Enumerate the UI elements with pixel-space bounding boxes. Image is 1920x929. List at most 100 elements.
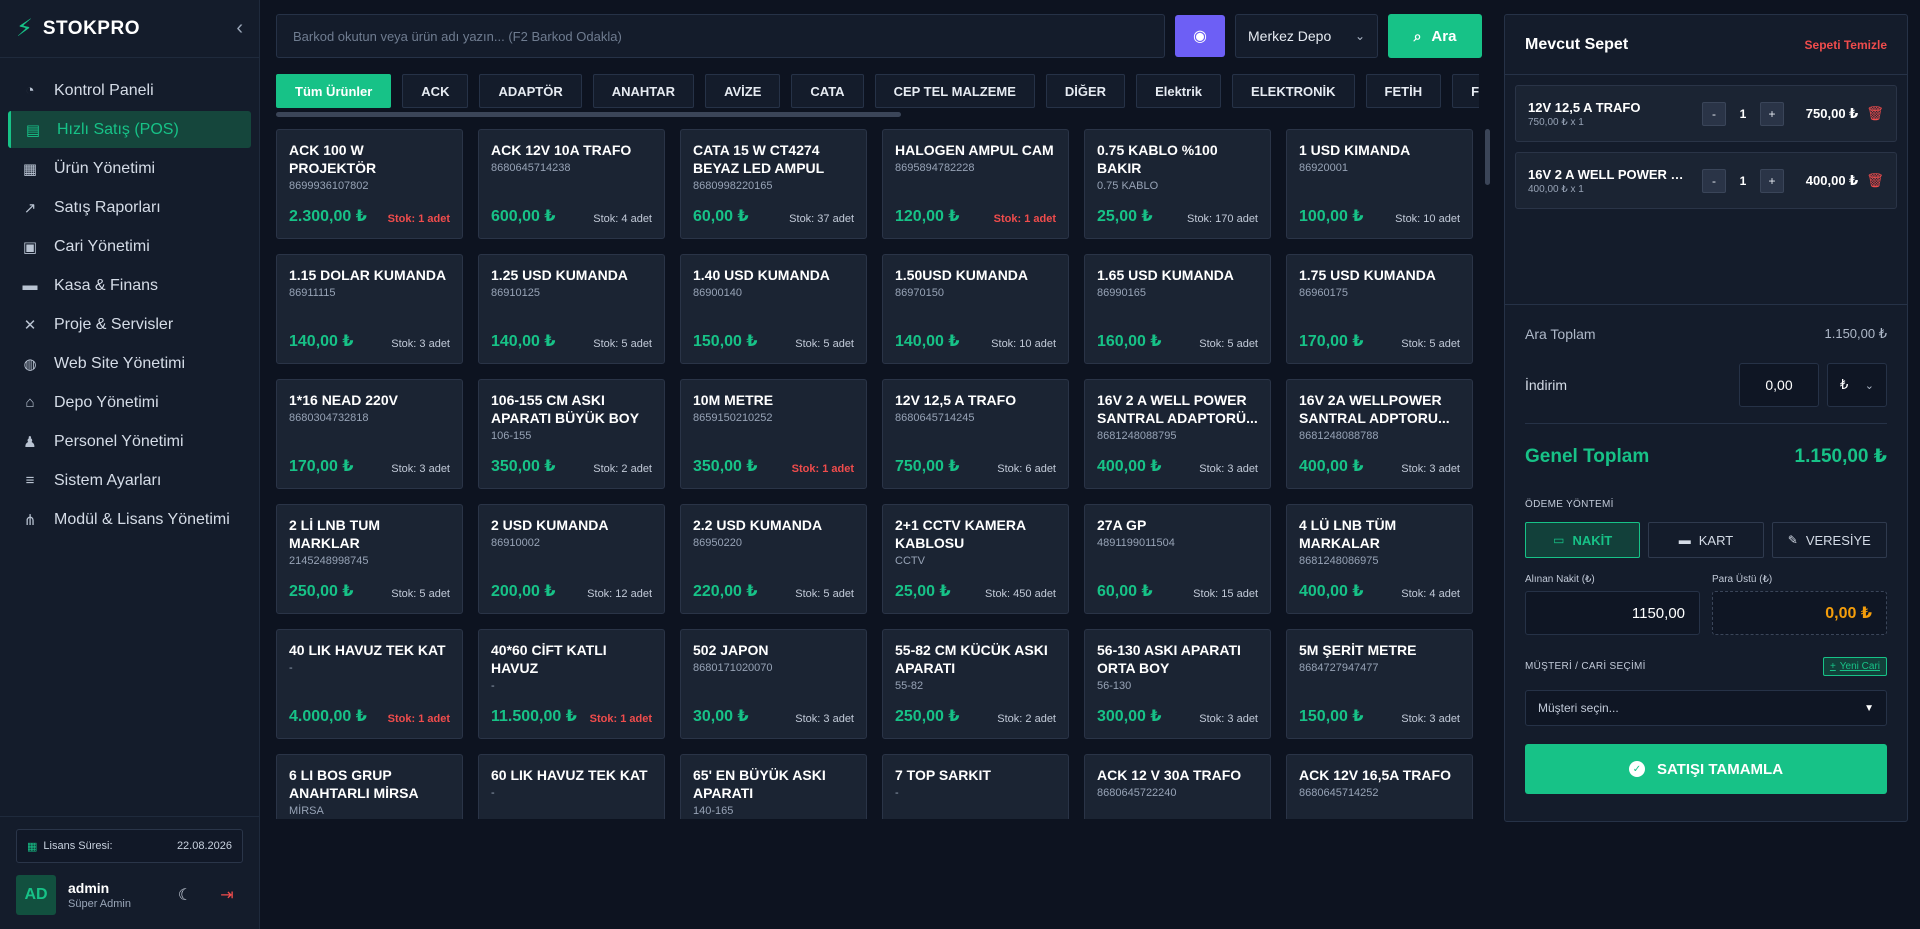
product-card[interactable]: 0.75 KABLO %100 BAKIR 0.75 KABLO 25,00 ₺ St… <box>1084 129 1271 239</box>
product-card[interactable]: ACK 12 V 30A TRAFO 8680645722240 <box>1084 754 1271 819</box>
sidebar-item-3[interactable]: ↗ Satış Raporları <box>8 189 251 226</box>
product-card[interactable]: 1*16 NEAD 220V 8680304732818 170,00 ₺ Stok:… <box>276 379 463 489</box>
category-tab[interactable]: ELEKTRONİK <box>1232 74 1355 108</box>
discount-unit-select[interactable]: ₺ ⌄ <box>1827 363 1887 407</box>
product-card[interactable]: ACK 100 W PROJEKTÖR 8699936107802 2.300,00… <box>276 129 463 239</box>
product-card[interactable]: 5M ŞERİT METRE 8684727947477 150,00 ₺ Stok:… <box>1286 629 1473 739</box>
main-content: ◉ Merkez Depo ⌄ ⌕ Ara Tüm Ürünler ACK ADAP… <box>260 0 1494 929</box>
product-card[interactable]: 1 USD KIMANDA 86920001 100,00 ₺ Stok: 10 ad… <box>1286 129 1473 239</box>
product-card[interactable]: 1.50USD KUMANDA 86970150 140,00 ₺ Stok: 10 … <box>882 254 1069 364</box>
payment-method-button[interactable]: ▬ KART <box>1648 522 1764 558</box>
product-card[interactable]: 7 TOP SARKIT - <box>882 754 1069 819</box>
category-tab[interactable]: ANAHTAR <box>592 74 695 108</box>
camera-button[interactable]: ◉ <box>1175 15 1225 57</box>
product-name: 1.25 USD KUMANDA <box>491 267 628 283</box>
payment-method-button[interactable]: ▭ NAKİT <box>1525 522 1641 558</box>
product-card[interactable]: 10M METRE 8659150210252 350,00 ₺ Stok: 1 ad… <box>680 379 867 489</box>
product-card[interactable]: 40*60 CİFT KATLI HAVUZ - 11.500,00 ₺ Stok: … <box>478 629 665 739</box>
category-tab[interactable]: CEP TEL MALZEME <box>874 74 1035 108</box>
barcode-search-input[interactable] <box>276 14 1165 58</box>
product-card[interactable]: 2 Lİ LNB TUM MARKLAR 2145248998745 250,00 … <box>276 504 463 614</box>
decrease-qty-button[interactable]: - <box>1702 101 1726 126</box>
product-card[interactable]: 56-130 ASKI APARATI ORTA BOY 56-130 300,00… <box>1084 629 1271 739</box>
sidebar: ⚡ STOKPRO ‹ ◔ Kontrol Paneli ▤ Hızlı Satış … <box>0 0 260 929</box>
complete-sale-button[interactable]: ✓ SATIŞI TAMAMLA <box>1525 744 1887 794</box>
moon-icon[interactable]: ☾ <box>169 885 201 905</box>
category-tab[interactable]: Elektrik <box>1136 74 1222 108</box>
product-stock: Stok: 37 adet <box>789 213 854 225</box>
sidebar-item-5[interactable]: ▬ Kasa & Finans <box>8 267 251 304</box>
logout-icon[interactable]: ⇥ <box>211 885 243 905</box>
payment-method-label: KART <box>1698 532 1734 548</box>
sidebar-item-label: Kontrol Paneli <box>54 81 154 99</box>
product-card[interactable]: 1.25 USD KUMANDA 86910125 140,00 ₺ Stok: 5 … <box>478 254 665 364</box>
product-price: 350,00 ₺ <box>693 458 758 475</box>
sidebar-item-9[interactable]: ♟ Personel Yönetimi <box>8 423 251 460</box>
product-card[interactable]: 1.65 USD KUMANDA 86990165 160,00 ₺ Stok: 5 … <box>1084 254 1271 364</box>
increase-qty-button[interactable]: + <box>1760 168 1784 193</box>
product-code: 8680645714238 <box>491 162 571 174</box>
payment-method-button[interactable]: ✎ VERESİYE <box>1771 522 1887 558</box>
category-tab[interactable]: CATA <box>791 74 864 108</box>
clear-cart-button[interactable]: Sepeti Temizle <box>1805 38 1887 52</box>
sidebar-item-11[interactable]: ⋔ Modül & Lisans Yönetimi <box>8 501 251 538</box>
product-card[interactable]: HALOGEN AMPUL CAM 8695894782228 120,00 ₺ St… <box>882 129 1069 239</box>
product-card[interactable]: 16V 2A WELLPOWER SANTRAL ADPTORU... 86812… <box>1286 379 1473 489</box>
discount-input[interactable] <box>1739 363 1819 407</box>
product-card[interactable]: 60 LIK HAVUZ TEK KAT - <box>478 754 665 819</box>
product-card[interactable]: 2 USD KUMANDA 86910002 200,00 ₺ Stok: 12 ad… <box>478 504 665 614</box>
increase-qty-button[interactable]: + <box>1760 101 1784 126</box>
product-card[interactable]: 106-155 CM ASKI APARATI BÜYÜK BOY 106-155… <box>478 379 665 489</box>
search-button[interactable]: ⌕ Ara <box>1388 14 1482 58</box>
product-card[interactable]: 1.15 DOLAR KUMANDA 86911115 140,00 ₺ Stok: … <box>276 254 463 364</box>
trash-icon[interactable]: 🗑 <box>1866 105 1884 122</box>
product-card[interactable]: 12V 12,5 A TRAFO 8680645714245 750,00 ₺ Sto… <box>882 379 1069 489</box>
product-code: 8680645722240 <box>1097 787 1177 799</box>
product-card[interactable]: 502 JAPON 8680171020070 30,00 ₺ Stok: 3 ade… <box>680 629 867 739</box>
decrease-qty-button[interactable]: - <box>1702 168 1726 193</box>
product-card[interactable]: ACK 12V 16,5A TRAFO 8680645714252 <box>1286 754 1473 819</box>
category-tab[interactable]: ADAPTÖR <box>479 74 582 108</box>
category-tab[interactable]: DİĞER <box>1045 74 1126 108</box>
product-card[interactable]: 2+1 CCTV KAMERA KABLOSU CCTV 25,00 ₺ Stok: … <box>882 504 1069 614</box>
product-card[interactable]: 6 LI BOS GRUP ANAHTARLI MİRSA MİRSA <box>276 754 463 819</box>
collapse-sidebar-icon[interactable]: ‹ <box>236 17 243 40</box>
product-card[interactable]: 4 LÜ LNB TÜM MARKALAR 8681248086975 400,00… <box>1286 504 1473 614</box>
product-card[interactable]: 40 LIK HAVUZ TEK KAT - 4.000,00 ₺ Stok: 1 a… <box>276 629 463 739</box>
sidebar-item-2[interactable]: ▦ Ürün Yönetimi <box>8 150 251 187</box>
category-scrollbar[interactable] <box>276 112 901 117</box>
sidebar-item-6[interactable]: ✕ Proje & Servisler <box>8 306 251 343</box>
product-card[interactable]: 1.75 USD KUMANDA 86960175 170,00 ₺ Stok: 5 … <box>1286 254 1473 364</box>
trash-icon[interactable]: 🗑 <box>1866 172 1884 189</box>
product-price: 25,00 ₺ <box>1097 208 1153 225</box>
product-code: 8680171020070 <box>693 662 773 674</box>
camera-icon: ◉ <box>1193 28 1207 45</box>
sidebar-item-1[interactable]: ▤ Hızlı Satış (POS) <box>8 111 251 148</box>
product-code: 0.75 KABLO <box>1097 180 1159 192</box>
customer-select[interactable]: Müşteri seçin... ▼ <box>1525 690 1887 726</box>
sidebar-item-4[interactable]: ▣ Cari Yönetimi <box>8 228 251 265</box>
category-tab[interactable]: AVİZE <box>705 74 781 108</box>
category-tab[interactable]: FİŞ <box>1452 74 1479 108</box>
product-card[interactable]: 2.2 USD KUMANDA 86950220 220,00 ₺ Stok: 5 a… <box>680 504 867 614</box>
product-card[interactable]: 27A GP 4891199011504 60,00 ₺ Stok: 15 adet <box>1084 504 1271 614</box>
product-card[interactable]: 1.40 USD KUMANDA 86900140 150,00 ₺ Stok: 5 … <box>680 254 867 364</box>
product-card[interactable]: ACK 12V 10A TRAFO 8680645714238 600,00 ₺ St… <box>478 129 665 239</box>
product-card[interactable]: 55-82 CM KÜCÜK ASKI APARATI 55-82 250,00 ₺… <box>882 629 1069 739</box>
cash-received-input[interactable] <box>1525 591 1700 635</box>
category-tab[interactable]: Tüm Ürünler <box>276 74 392 108</box>
product-code: 8680645714245 <box>895 412 975 424</box>
sidebar-item-10[interactable]: ≡ Sistem Ayarları <box>8 462 251 499</box>
user-plus-icon: + <box>1829 661 1836 672</box>
sidebar-item-7[interactable]: ◍ Web Site Yönetimi <box>8 345 251 382</box>
new-customer-button[interactable]: + Yeni Cari <box>1822 657 1887 676</box>
product-card[interactable]: 65' EN BÜYÜK ASKI APARATI 140-165 <box>680 754 867 819</box>
product-card[interactable]: 16V 2 A WELL POWER SANTRAL ADAPTORÜ... 86… <box>1084 379 1271 489</box>
sidebar-item-8[interactable]: ⌂ Depo Yönetimi <box>8 384 251 421</box>
sidebar-item-0[interactable]: ◔ Kontrol Paneli <box>8 72 251 109</box>
category-tab[interactable]: FETİH <box>1365 74 1442 108</box>
category-tab[interactable]: ACK <box>402 74 469 108</box>
product-card[interactable]: CATA 15 W CT4274 BEYAZ LED AMPUL 86809982… <box>680 129 867 239</box>
product-grid-scrollbar[interactable] <box>1485 129 1490 185</box>
depot-select[interactable]: Merkez Depo ⌄ <box>1235 14 1378 58</box>
